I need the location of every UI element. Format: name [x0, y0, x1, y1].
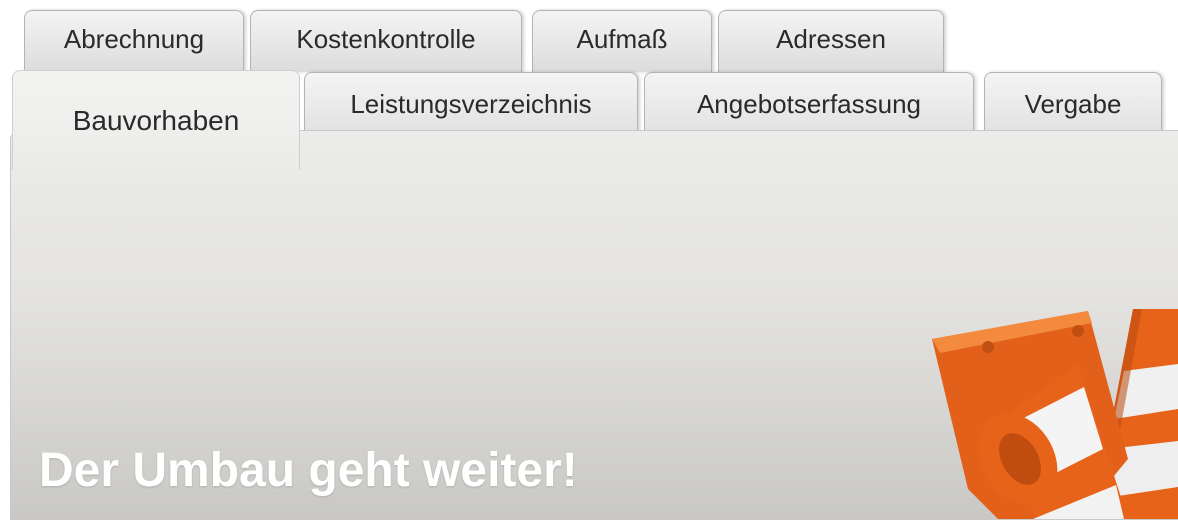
tab-bauvorhaben[interactable]: Bauvorhaben: [12, 70, 300, 170]
traffic-cones-illustration: [932, 309, 1178, 519]
tab-content-panel: Der Umbau geht weiter!: [10, 130, 1178, 520]
tab-adressen-label: Adressen: [776, 24, 886, 54]
tab-angebotserfassung-label: Angebotserfassung: [696, 89, 922, 119]
traffic-cone-icon: [932, 311, 1128, 519]
tab-aufmass[interactable]: Aufmaß: [532, 10, 712, 72]
tab-leistungsverzeichnis-label: Leistungsverzeichnis: [350, 89, 592, 119]
tab-abrechnung[interactable]: Abrechnung: [24, 10, 244, 72]
headline: Der Umbau geht weiter!: [39, 444, 578, 497]
tab-kostenkontrolle[interactable]: Kostenkontrolle: [250, 10, 522, 72]
tab-kostenkontrolle-label: Kostenkontrolle: [296, 24, 476, 54]
tab-bauvorhaben-label: Bauvorhaben: [72, 104, 240, 136]
tab-adressen[interactable]: Adressen: [718, 10, 944, 72]
tab-vergabe-label: Vergabe: [1024, 89, 1122, 119]
tab-abrechnung-label: Abrechnung: [63, 24, 205, 54]
tab-aufmass-label: Aufmaß: [576, 24, 668, 54]
